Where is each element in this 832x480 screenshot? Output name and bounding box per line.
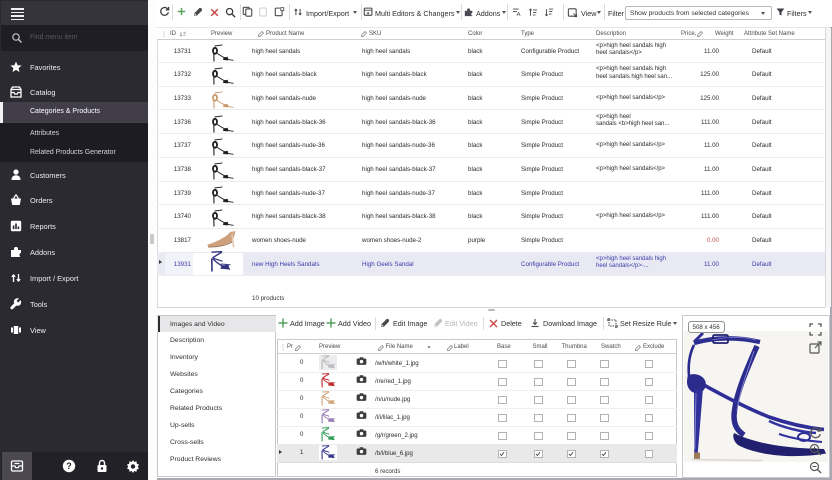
svg-text:?: ? [66,461,72,471]
svg-text:A: A [517,12,521,17]
